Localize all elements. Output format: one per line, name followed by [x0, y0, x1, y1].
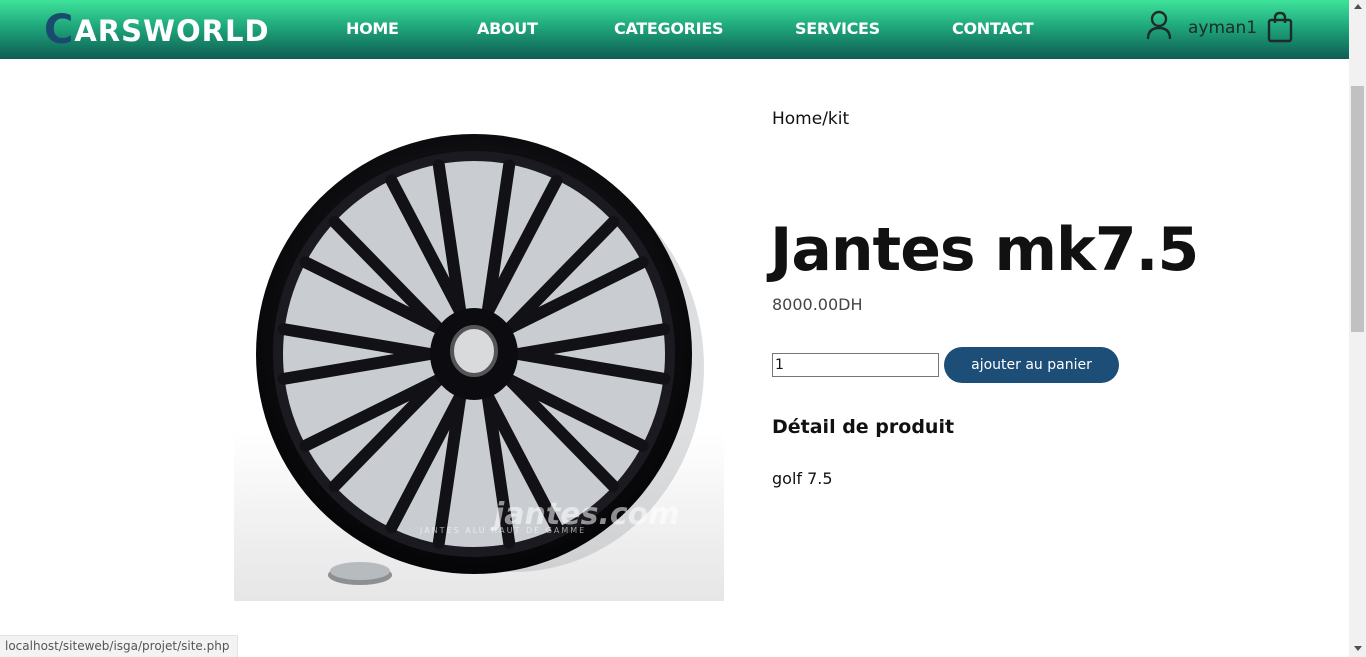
vertical-scrollbar[interactable] [1349, 0, 1366, 657]
quantity-input[interactable] [772, 353, 939, 377]
logo-initial: C [44, 7, 75, 53]
nav-contact[interactable]: CONTACT [952, 19, 1034, 38]
nav-home[interactable]: HOME [346, 19, 399, 38]
username[interactable]: ayman1 [1188, 18, 1257, 38]
nav-about[interactable]: ABOUT [477, 19, 538, 38]
shopping-bag-icon[interactable] [1266, 11, 1294, 43]
product-detail-text: golf 7.5 [772, 469, 833, 488]
status-bar-url: localhost/siteweb/isga/projet/site.php [0, 635, 239, 657]
product-price: 8000.00DH [772, 295, 863, 314]
breadcrumb[interactable]: Home/kit [772, 109, 849, 129]
scroll-down-arrow-icon[interactable] [1354, 646, 1362, 651]
wheel-image: jantes.com JANTES ALU HAUT DE GAMME [256, 134, 704, 585]
logo-text: ARSWORLD [74, 14, 270, 48]
site-logo[interactable]: C ARSWORLD [44, 3, 270, 53]
watermark-tagline: JANTES ALU HAUT DE GAMME [419, 526, 586, 535]
navbar: C ARSWORLD HOME ABOUT CATEGORIES SERVICES… [0, 0, 1349, 59]
nav-services[interactable]: SERVICES [795, 19, 880, 38]
scrollbar-thumb[interactable] [1351, 86, 1364, 332]
product-image: jantes.com JANTES ALU HAUT DE GAMME [234, 119, 724, 601]
user-icon[interactable] [1146, 10, 1172, 40]
product-detail-heading: Détail de produit [772, 416, 955, 438]
add-to-cart-button[interactable]: ajouter au panier [944, 347, 1119, 383]
scroll-up-arrow-icon[interactable] [1354, 4, 1362, 9]
product-title: Jantes mk7.5 [770, 215, 1199, 285]
nav-categories[interactable]: CATEGORIES [614, 19, 724, 38]
